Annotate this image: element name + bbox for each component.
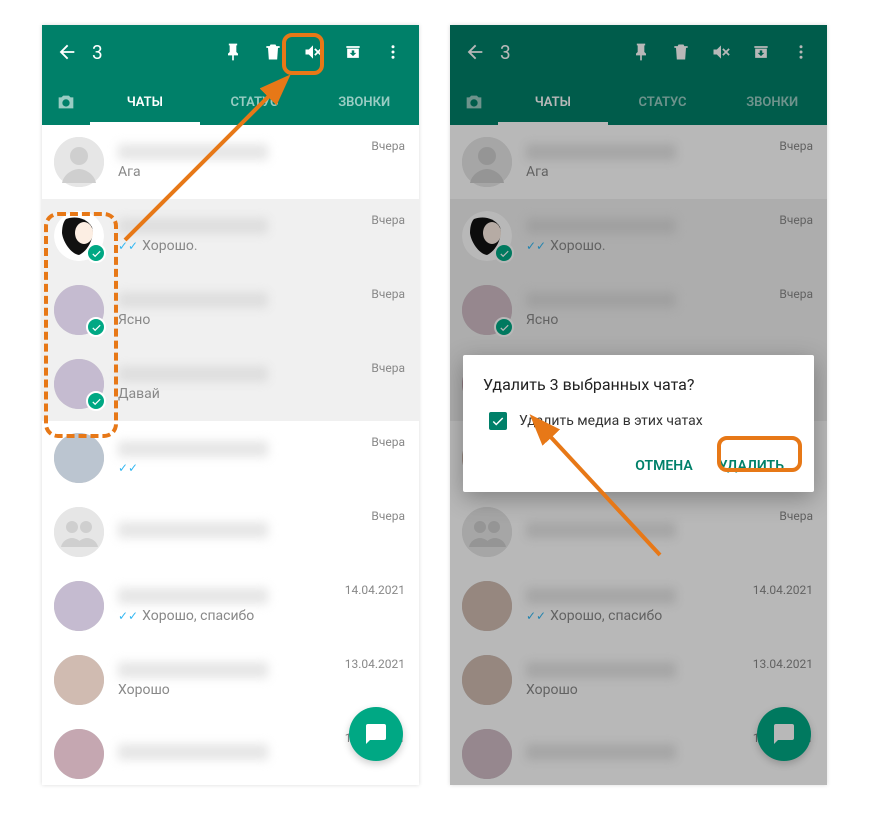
pin-icon[interactable]: [215, 34, 251, 70]
back-button[interactable]: [50, 41, 84, 63]
phone-screenshot-2: 3 ЧАТЫ СТАТУС ЗВОНКИ АгаВчера✓✓Хорошо.Вч…: [450, 25, 827, 785]
read-ticks-icon: ✓✓: [118, 461, 138, 475]
selected-check-icon: [86, 317, 106, 337]
chat-time: Вчера: [371, 287, 405, 301]
phone-screenshot-1: 3 ЧАТЫ СТАТУС ЗВОНКИ АгаВчера✓✓Хоро: [42, 25, 419, 785]
chat-time: 13.04.2021: [345, 657, 405, 671]
tab-calls[interactable]: ЗВОНКИ: [309, 79, 419, 125]
chat-avatar[interactable]: [54, 433, 104, 483]
chat-avatar[interactable]: [54, 359, 104, 409]
chat-name-blurred: [118, 441, 268, 457]
chat-row[interactable]: Давай Вчера: [42, 347, 419, 421]
mute-icon[interactable]: [295, 34, 331, 70]
chat-last-message: ✓✓: [118, 461, 407, 475]
chat-avatar[interactable]: [54, 285, 104, 335]
chat-name-blurred: [118, 366, 268, 382]
chat-last-message: Ага: [118, 164, 407, 180]
checkbox-checked-icon[interactable]: [489, 412, 507, 430]
tab-chats[interactable]: ЧАТЫ: [90, 79, 200, 125]
chat-row[interactable]: Ясно Вчера: [42, 273, 419, 347]
chat-avatar[interactable]: [54, 137, 104, 187]
chat-row[interactable]: Вчера: [42, 495, 419, 569]
selected-check-icon: [86, 243, 106, 263]
chat-avatar[interactable]: [54, 655, 104, 705]
chat-time: Вчера: [371, 213, 405, 227]
chat-name-blurred: [118, 144, 268, 160]
dialog-title: Удалить 3 выбранных чата?: [483, 375, 794, 394]
chat-list[interactable]: Ага Вчера ✓✓Хорошо. Вчера Ясно Вчера Давай Вчер…: [42, 125, 419, 785]
chat-time: Вчера: [371, 509, 405, 523]
tab-bar: ЧАТЫ СТАТУС ЗВОНКИ: [42, 79, 419, 125]
chat-name-blurred: [118, 744, 268, 760]
delete-media-option[interactable]: Удалить медиа в этих чатах: [483, 412, 794, 430]
chat-avatar[interactable]: [54, 211, 104, 261]
chat-last-message: ✓✓Хорошо.: [118, 238, 407, 254]
chat-name-blurred: [118, 218, 268, 234]
chat-avatar[interactable]: [54, 729, 104, 779]
delete-dialog: Удалить 3 выбранных чата? Удалить медиа …: [463, 355, 814, 492]
chat-name-blurred: [118, 522, 268, 538]
chat-avatar[interactable]: [54, 581, 104, 631]
chat-time: Вчера: [371, 361, 405, 375]
chat-last-message: Хорошо: [118, 682, 407, 698]
chat-last-message: Ясно: [118, 312, 407, 328]
chat-name-blurred: [118, 588, 268, 604]
chat-row[interactable]: Ага Вчера: [42, 125, 419, 199]
chat-row[interactable]: ✓✓ Вчера: [42, 421, 419, 495]
checkbox-label: Удалить медиа в этих чатах: [519, 413, 703, 429]
chat-row[interactable]: ✓✓Хорошо, спасибо 14.04.2021: [42, 569, 419, 643]
delete-icon[interactable]: [255, 34, 291, 70]
read-ticks-icon: ✓✓: [118, 609, 138, 623]
new-chat-fab[interactable]: [349, 707, 403, 761]
camera-tab-icon[interactable]: [42, 91, 90, 113]
chat-time: 14.04.2021: [345, 583, 405, 597]
selected-check-icon: [86, 391, 106, 411]
chat-time: Вчера: [371, 435, 405, 449]
chat-name-blurred: [118, 662, 268, 678]
chat-name-blurred: [118, 292, 268, 308]
cancel-button[interactable]: ОТМЕНА: [625, 450, 702, 482]
delete-button[interactable]: УДАЛИТЬ: [709, 450, 794, 482]
chat-row[interactable]: ✓✓Хорошо. Вчера: [42, 199, 419, 273]
selection-count: 3: [92, 41, 215, 64]
archive-icon[interactable]: [335, 34, 371, 70]
chat-last-message: ✓✓Хорошо, спасибо: [118, 608, 407, 624]
more-icon[interactable]: [375, 34, 411, 70]
chat-row[interactable]: Хорошо 13.04.2021: [42, 643, 419, 717]
chat-time: Вчера: [371, 139, 405, 153]
chat-avatar[interactable]: [54, 507, 104, 557]
tab-status[interactable]: СТАТУС: [200, 79, 310, 125]
read-ticks-icon: ✓✓: [118, 239, 138, 253]
selection-toolbar: 3: [42, 25, 419, 79]
chat-last-message: Давай: [118, 386, 407, 402]
